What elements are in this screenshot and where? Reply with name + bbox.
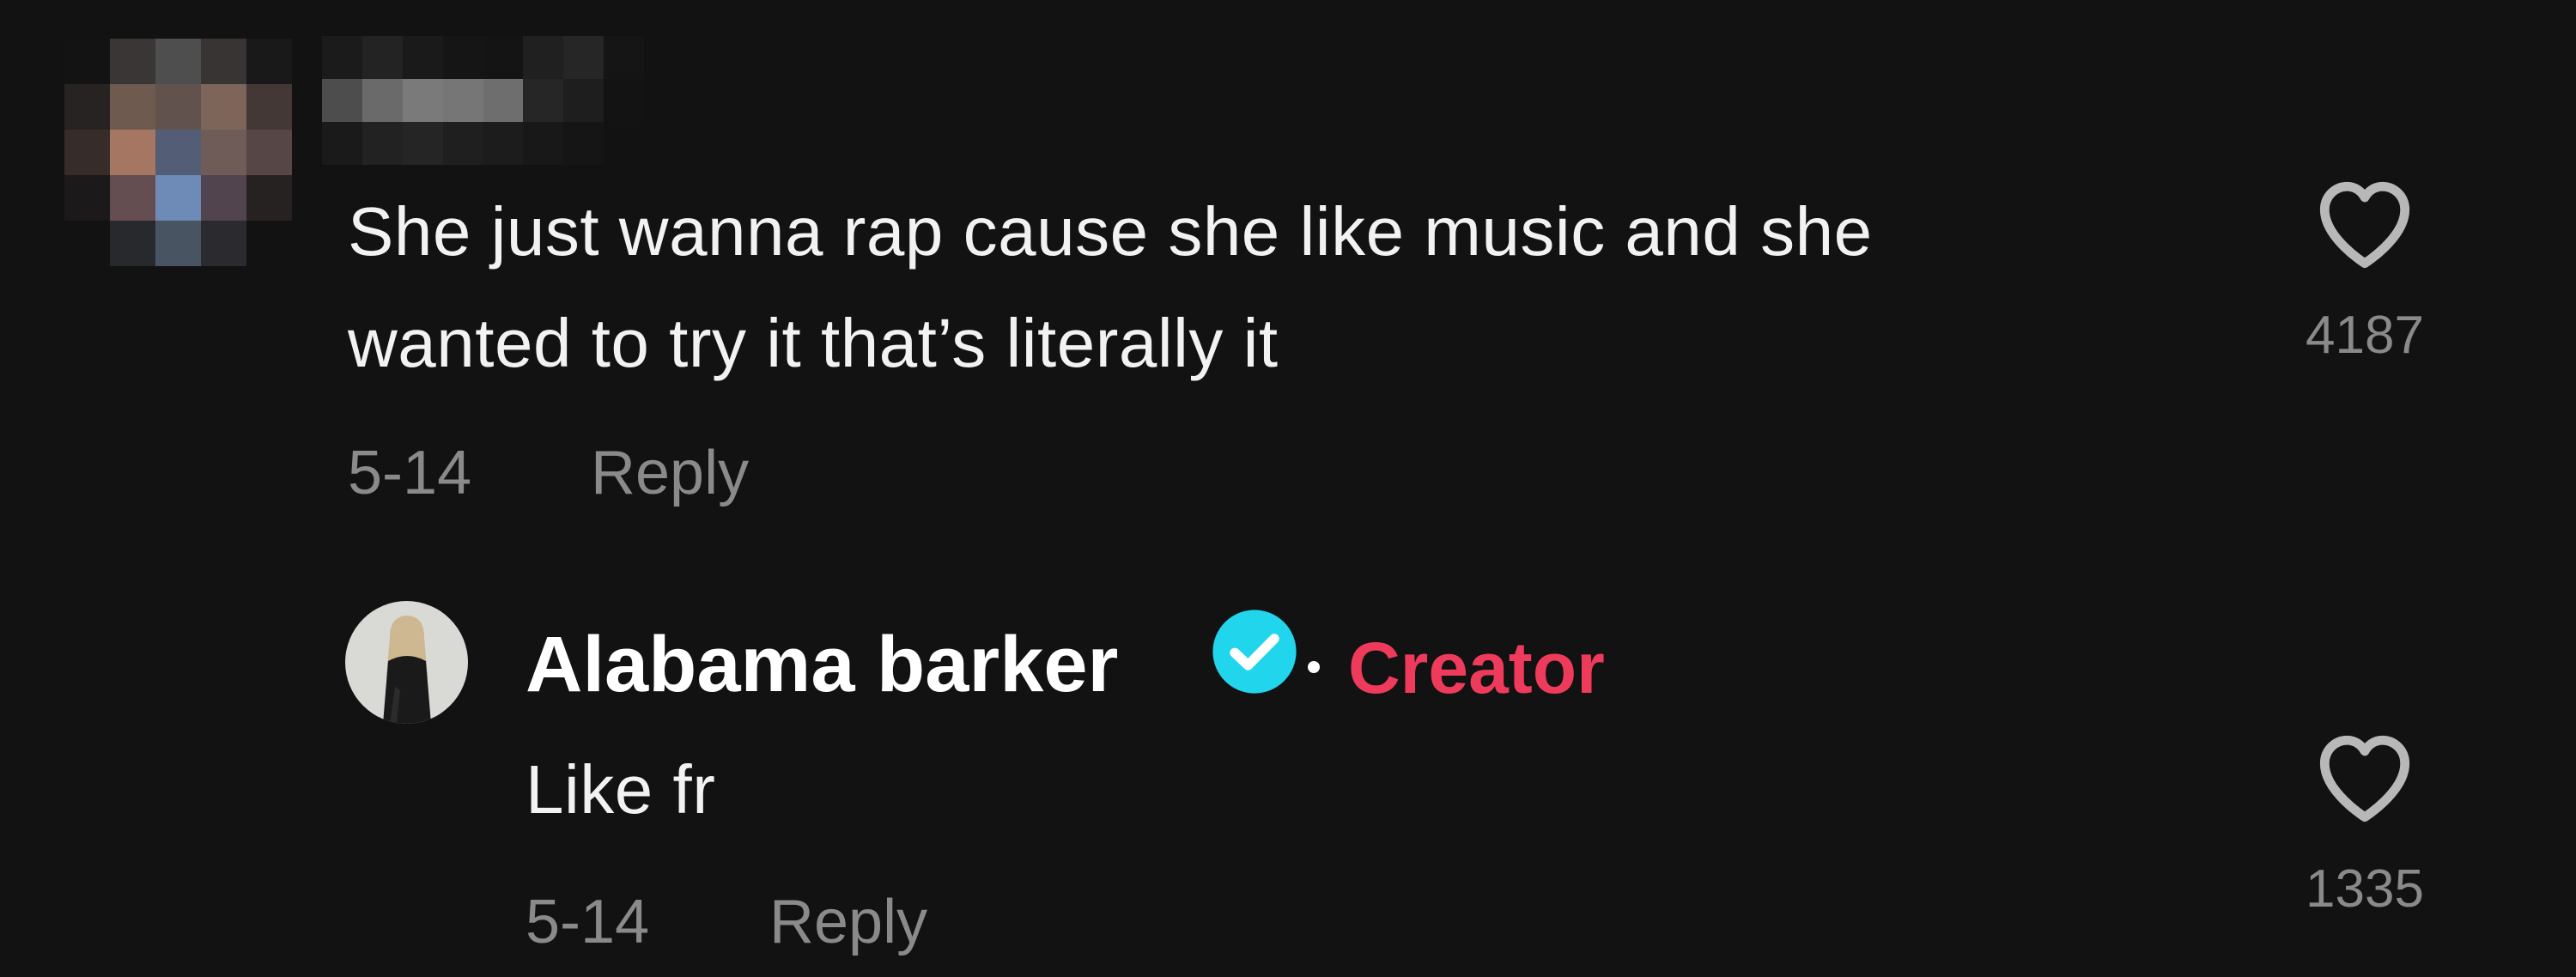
creator-username[interactable]: Alabama barker (526, 620, 1118, 710)
comment-text-line-1: She just wanna rap cause she like music … (348, 193, 1873, 270)
reply-like-count: 1335 (2306, 859, 2424, 919)
comment-text-line-2: wanted to try it that’s literally it (348, 305, 1279, 381)
creator-avatar-image (345, 601, 468, 724)
reply-date: 5-14 (526, 888, 650, 956)
reply-like-button[interactable] (2314, 730, 2415, 828)
separator-dot (1308, 661, 1320, 673)
reply-reply-button[interactable]: Reply (769, 887, 927, 957)
creator-badge: Creator (1348, 628, 1605, 708)
reply-text: Like fr (526, 751, 716, 828)
comment-like-button[interactable] (2314, 176, 2415, 275)
verified-badge (1209, 606, 1300, 701)
comment-reply-button[interactable]: Reply (591, 438, 749, 508)
comment-date: 5-14 (348, 439, 472, 507)
commenter-username-redacted[interactable] (322, 36, 644, 165)
creator-avatar[interactable] (345, 601, 468, 724)
verified-check-icon (1212, 610, 1297, 694)
comment-like-count: 4187 (2306, 306, 2424, 365)
commenter-avatar[interactable] (64, 39, 292, 266)
heart-outline-icon (2319, 181, 2410, 269)
heart-outline-icon (2319, 735, 2410, 822)
